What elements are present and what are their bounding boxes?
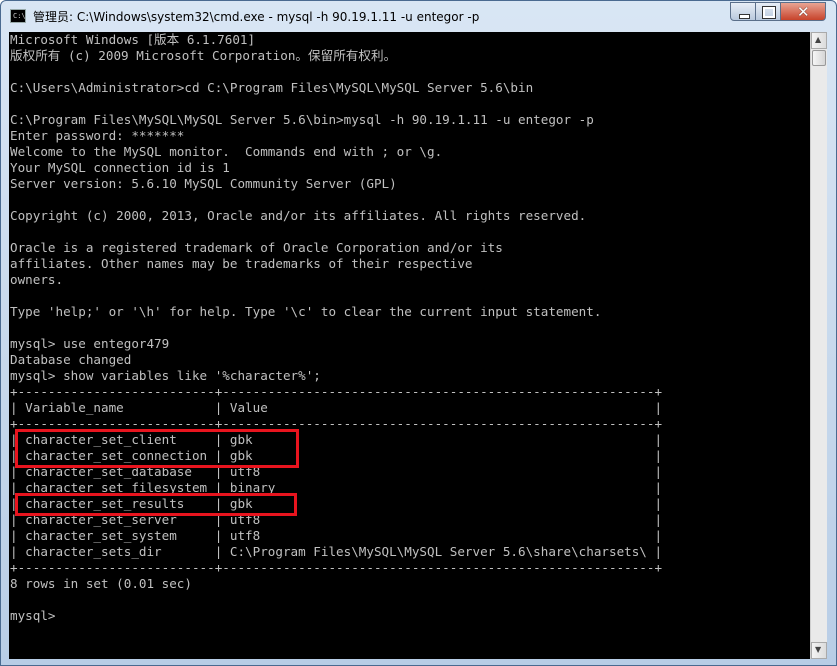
- console-line: | character_set_system | utf8 |: [10, 528, 663, 543]
- cmd-icon[interactable]: C:\: [10, 9, 26, 23]
- console-line: Copyright (c) 2000, 2013, Oracle and/or …: [10, 208, 587, 223]
- minimize-icon: [739, 14, 750, 19]
- console-line: mysql> show variables like '%character%'…: [10, 368, 321, 383]
- console-line: | Variable_name | Value |: [10, 400, 663, 415]
- console-line: +--------------------------+------------…: [10, 384, 663, 399]
- minimize-button[interactable]: [730, 2, 756, 21]
- arrow-up-icon: ▲: [815, 35, 822, 44]
- console-line: Oracle is a registered trademark of Orac…: [10, 240, 503, 255]
- console-line: | character_sets_dir | C:\Program Files\…: [10, 544, 663, 559]
- console-line: mysql>: [10, 608, 56, 623]
- console-line: C:\Program Files\MySQL\MySQL Server 5.6\…: [10, 112, 594, 127]
- console-line: +--------------------------+------------…: [10, 560, 663, 575]
- console-line: affiliates. Other names may be trademark…: [10, 256, 473, 271]
- console-line: C:\Users\Administrator>cd C:\Program Fil…: [10, 80, 534, 95]
- scroll-down-button[interactable]: ▼: [811, 642, 827, 659]
- title-bar[interactable]: C:\ 管理员: C:\Windows\system32\cmd.exe - m…: [1, 1, 836, 31]
- console-line: Your MySQL connection id is 1: [10, 160, 230, 175]
- console-line: Database changed: [10, 352, 132, 367]
- cmd-window: C:\ 管理员: C:\Windows\system32\cmd.exe - m…: [0, 0, 837, 666]
- console-output[interactable]: Microsoft Windows [版本 6.1.7601] 版权所有 (c) …: [9, 32, 810, 659]
- maximize-icon: [762, 6, 776, 19]
- console-line: Welcome to the MySQL monitor. Commands e…: [10, 144, 443, 159]
- highlight-box-results: [15, 493, 297, 516]
- console-line: Server version: 5.6.10 MySQL Community S…: [10, 176, 397, 191]
- close-icon: ✕: [797, 3, 810, 21]
- highlight-box-client-connection: [15, 429, 299, 468]
- close-button[interactable]: ✕: [780, 2, 826, 21]
- maximize-button[interactable]: [755, 2, 781, 21]
- cmd-icon-label: C:\: [13, 12, 26, 20]
- arrow-down-icon: ▼: [815, 645, 822, 654]
- console-line: Type 'help;' or '\h' for help. Type '\c'…: [10, 304, 602, 319]
- console-text: Microsoft Windows [版本 6.1.7601] 版权所有 (c) …: [10, 32, 662, 624]
- console-line: Enter password: *******: [10, 128, 185, 143]
- console-line: 8 rows in set (0.01 sec): [10, 576, 192, 591]
- console-line: owners.: [10, 272, 64, 287]
- console-line: 版权所有 (c) 2009 Microsoft Corporation。保留所有…: [10, 48, 397, 63]
- scroll-thumb[interactable]: [812, 50, 826, 66]
- scroll-up-button[interactable]: ▲: [811, 32, 827, 49]
- vertical-scrollbar[interactable]: ▲ ▼: [810, 32, 827, 659]
- window-title: 管理员: C:\Windows\system32\cmd.exe - mysql…: [33, 10, 480, 24]
- console-line: Microsoft Windows [版本 6.1.7601]: [10, 32, 256, 47]
- console-line: mysql> use entegor479: [10, 336, 170, 351]
